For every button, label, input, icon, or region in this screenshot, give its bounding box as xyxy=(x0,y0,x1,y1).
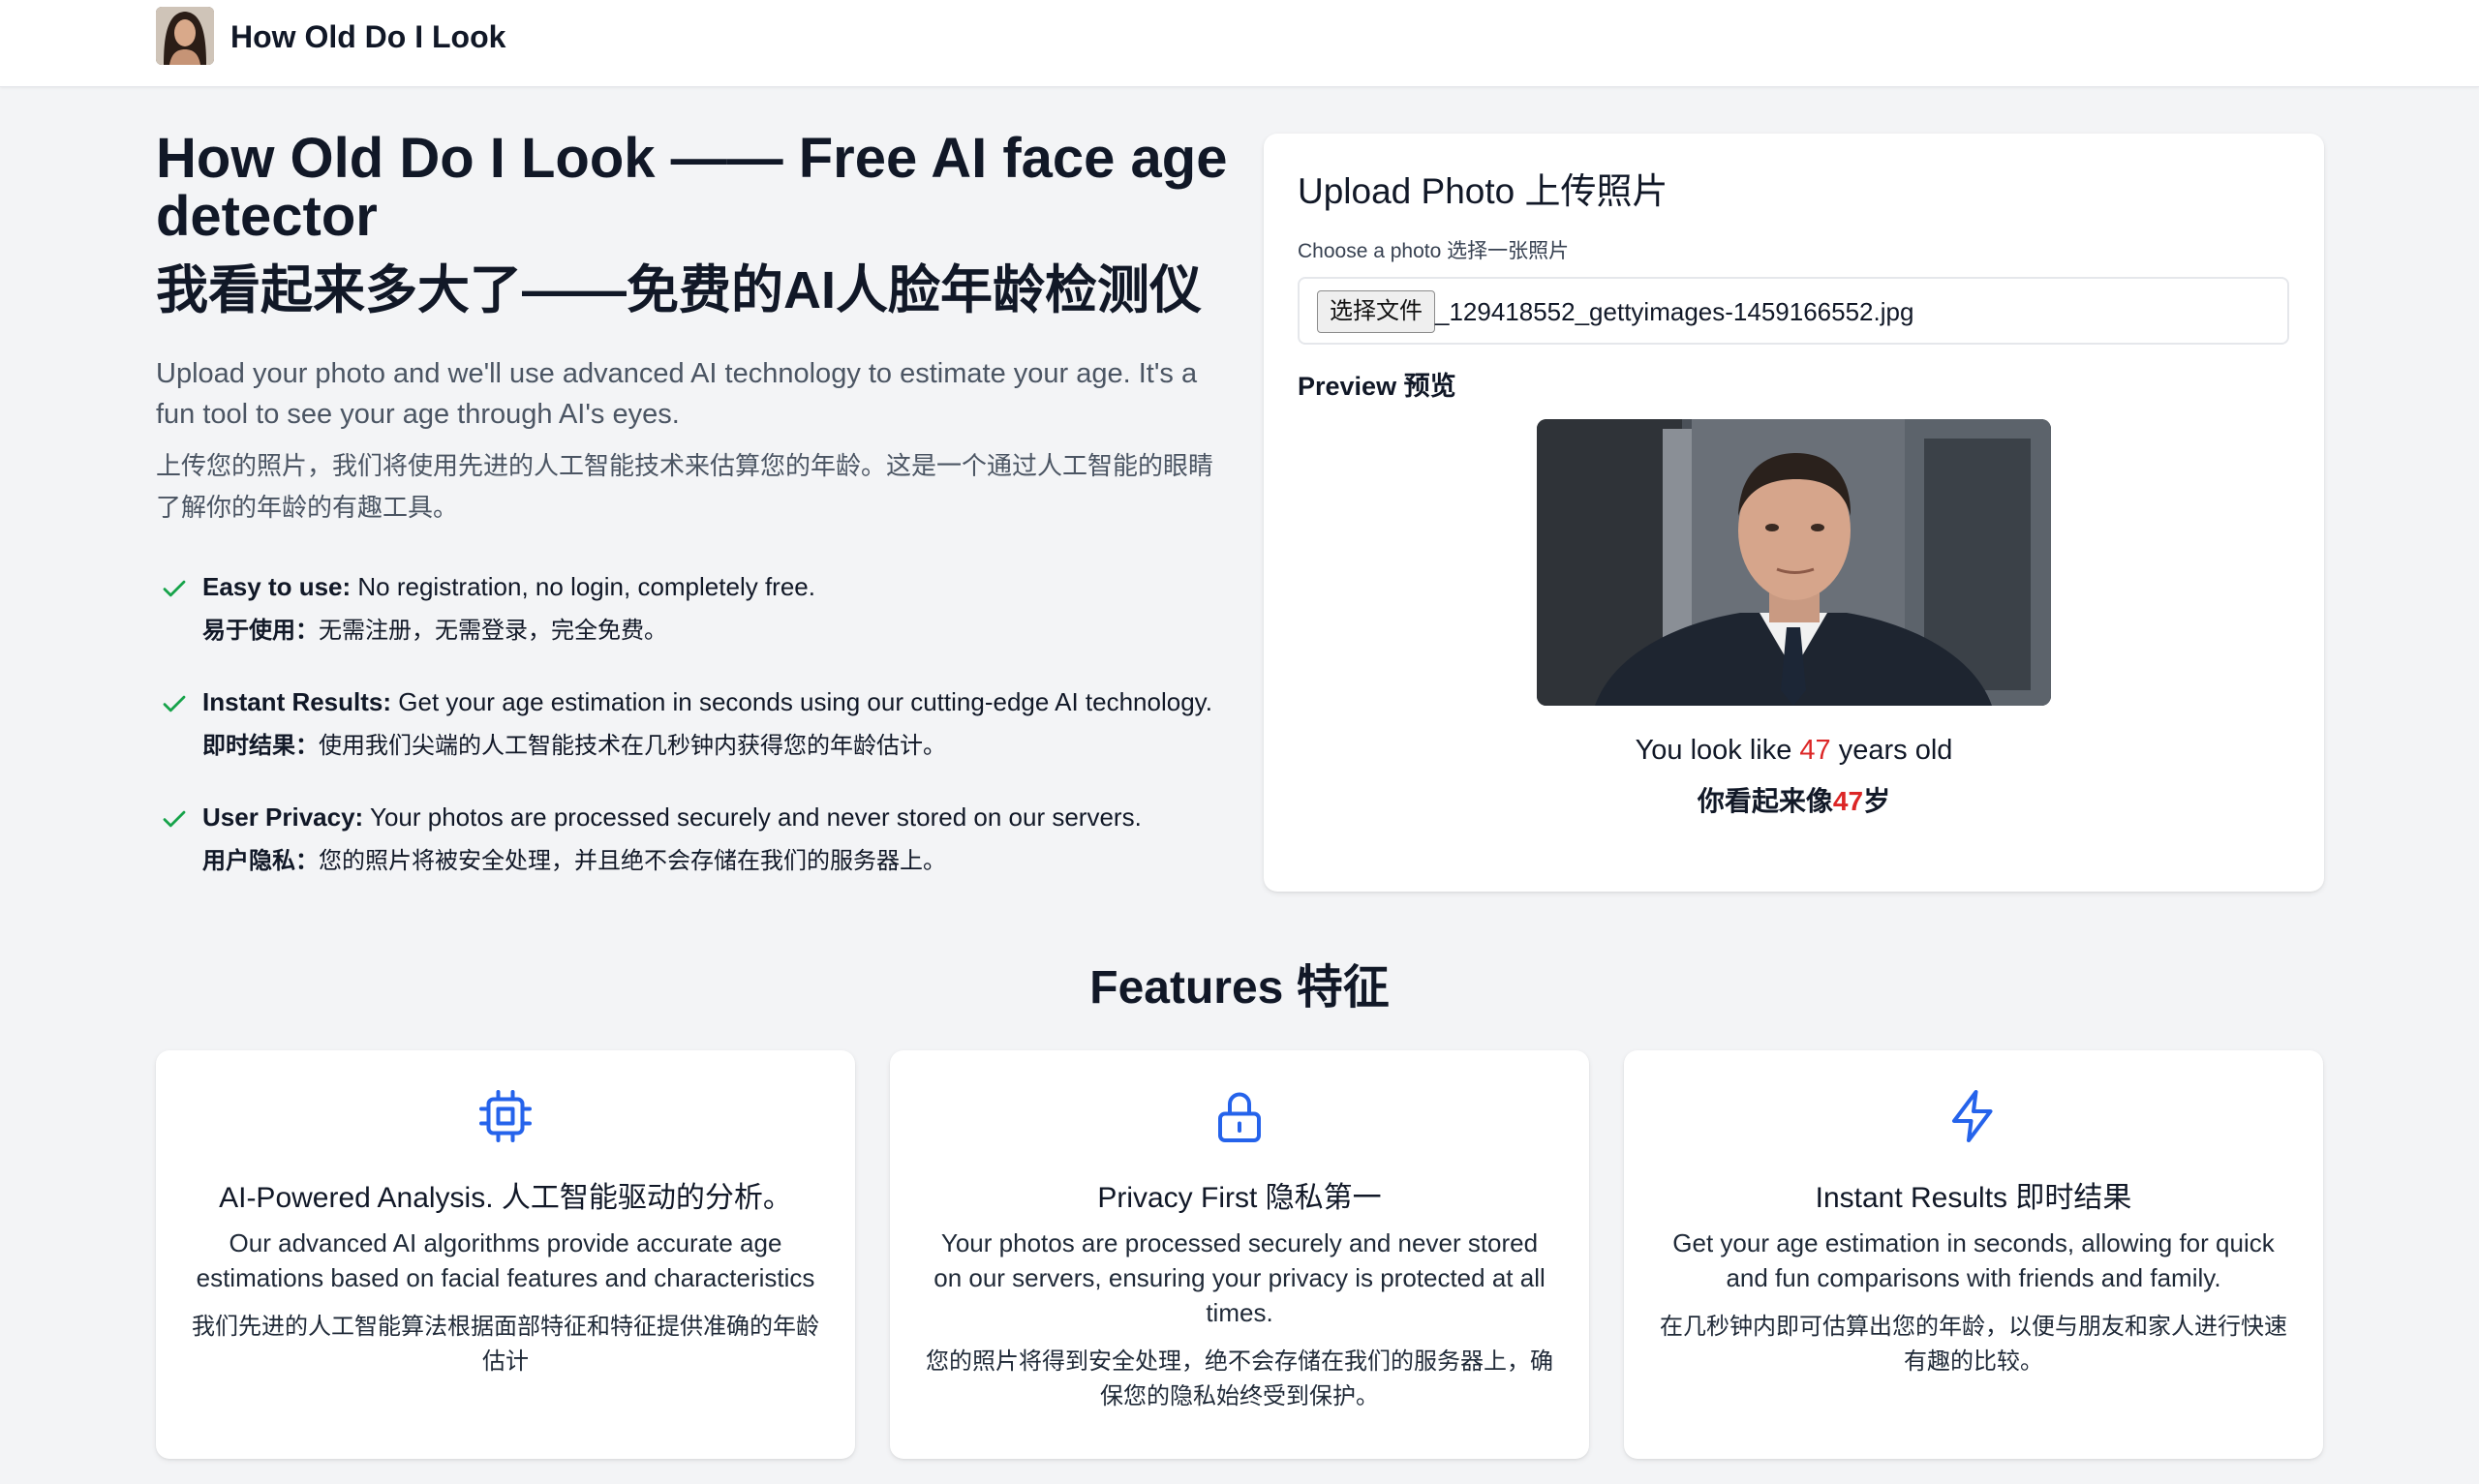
result-zh-prefix: 你看起来像 xyxy=(1697,786,1833,816)
check-icon xyxy=(163,810,186,828)
point-text-zh: 易于使用：无需注册，无需登录，完全免费。 xyxy=(202,611,667,651)
feature-description-zh: 在几秒钟内即可估算出您的年龄，以便与朋友和家人进行快速有趣的比较。 xyxy=(1660,1314,2287,1375)
choose-file-button[interactable]: 选择文件 xyxy=(1317,290,1435,333)
brand-title[interactable]: How Old Do I Look xyxy=(230,17,505,56)
feature-description-zh: 您的照片将得到安全处理，绝不会存储在我们的服务器上，确保您的隐私始终受到保护。 xyxy=(926,1348,1553,1409)
age-value-zh: 47 xyxy=(1832,786,1864,816)
feature-card-privacy: Privacy First 隐私第一 Your photos are proce… xyxy=(890,1050,1589,1459)
hero-description-zh: 上传您的照片，我们将使用先进的人工智能技术来估算您的年龄。这是一个通过人工智能的… xyxy=(156,451,1214,522)
feature-title: Instant Results 即时结果 xyxy=(1815,1182,2132,1214)
hero-description: Upload your photo and we'll use advanced… xyxy=(156,358,1198,430)
file-input[interactable]: 选择文件 _129418552_gettyimages-1459166552.j… xyxy=(1298,277,2289,345)
choose-photo-label: Choose a photo 选择一张照片 xyxy=(1298,240,1570,262)
upload-card: Upload Photo 上传照片 Choose a photo 选择一张照片 … xyxy=(1264,134,2324,892)
check-icon xyxy=(163,695,186,712)
point-text: Instant Results: Get your age estimation… xyxy=(202,681,1212,722)
feature-title: Privacy First 隐私第一 xyxy=(1097,1182,1382,1214)
point-text-zh: 用户隐私：您的照片将被安全处理，并且绝不会存储在我们的服务器上。 xyxy=(202,841,946,882)
feature-description: Get your age estimation in seconds, allo… xyxy=(1672,1228,2275,1292)
lightning-icon xyxy=(1952,1090,1993,1142)
feature-description: Your photos are processed securely and n… xyxy=(933,1228,1546,1327)
age-result-zh: 你看起来像47岁 xyxy=(1264,782,2324,821)
selected-file-name: _129418552_gettyimages-1459166552.jpg xyxy=(1435,297,1914,326)
upload-title: Upload Photo 上传照片 xyxy=(1298,171,1668,211)
hero-title: How Old Do I Look —— Free AI face age de… xyxy=(156,127,1228,248)
age-value: 47 xyxy=(1799,735,1831,766)
point-label: Easy to use: xyxy=(202,572,352,601)
hero-title-zh: 我看起来多大了——免费的AI人脸年龄检测仪 xyxy=(156,261,1202,319)
result-suffix: years old xyxy=(1830,735,1953,766)
point-label: User Privacy: xyxy=(202,803,364,832)
point-body: Get your age estimation in seconds using… xyxy=(391,687,1212,716)
cpu-icon xyxy=(479,1090,532,1142)
point-text-zh: 即时结果：使用我们尖端的人工智能技术在几秒钟内获得您的年龄估计。 xyxy=(202,726,946,767)
point-body-zh: 您的照片将被安全处理，并且绝不会存储在我们的服务器上。 xyxy=(319,848,946,874)
top-navbar: How Old Do I Look xyxy=(0,0,2479,87)
feature-description-zh: 我们先进的人工智能算法根据面部特征和特征提供准确的年龄估计 xyxy=(192,1314,819,1375)
point-label-zh: 用户隐私： xyxy=(202,848,319,874)
point-text: User Privacy: Your photos are processed … xyxy=(202,797,1142,837)
point-label-zh: 易于使用： xyxy=(202,618,319,644)
point-body-zh: 使用我们尖端的人工智能技术在几秒钟内获得您的年龄估计。 xyxy=(319,733,946,759)
result-zh-suffix: 岁 xyxy=(1863,786,1891,816)
features-title: Features 特征 xyxy=(1089,962,1390,1014)
site-logo-avatar[interactable] xyxy=(156,7,214,65)
point-body: No registration, no login, completely fr… xyxy=(351,572,815,601)
point-body: Your photos are processed securely and n… xyxy=(363,803,1142,832)
feature-title: AI-Powered Analysis. 人工智能驱动的分析。 xyxy=(219,1182,792,1214)
preview-image xyxy=(1537,419,2051,706)
lock-icon xyxy=(1218,1092,1261,1142)
check-icon xyxy=(163,580,186,597)
result-prefix: You look like xyxy=(1635,735,1800,766)
point-label: Instant Results: xyxy=(202,687,392,716)
feature-card-ai: AI-Powered Analysis. 人工智能驱动的分析。 Our adva… xyxy=(156,1050,855,1459)
feature-description: Our advanced AI algorithms provide accur… xyxy=(196,1228,815,1292)
point-text: Easy to use: No registration, no login, … xyxy=(202,566,815,607)
age-result: You look like 47 years old xyxy=(1264,731,2324,770)
feature-card-instant: Instant Results 即时结果 Get your age estima… xyxy=(1624,1050,2323,1459)
preview-label: Preview 预览 xyxy=(1298,372,1456,401)
point-label-zh: 即时结果： xyxy=(202,733,319,759)
point-body-zh: 无需注册，无需登录，完全免费。 xyxy=(319,618,667,644)
